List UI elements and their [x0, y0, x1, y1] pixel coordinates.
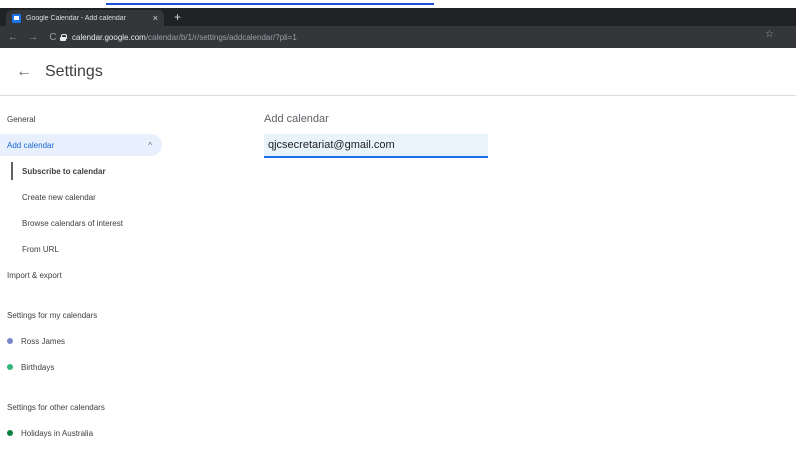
top-strip	[0, 0, 796, 8]
new-tab-button[interactable]: +	[174, 10, 181, 24]
section-heading: Add calendar	[264, 113, 329, 125]
calendar-color-dot	[7, 338, 13, 344]
page-title: Settings	[45, 62, 103, 80]
section-heading-my-calendars: Settings for my calendars	[7, 310, 98, 320]
back-arrow-icon[interactable]: ←	[16, 63, 32, 80]
sidebar-item-add-calendar[interactable]: Add calendar ^	[0, 134, 162, 156]
calendar-color-dot	[7, 430, 13, 436]
add-calendar-panel: Add calendar qjcsecretariat@gmail.com	[264, 113, 488, 158]
tab-close-icon[interactable]: ×	[153, 13, 158, 23]
back-icon[interactable]: ←	[6, 30, 20, 44]
sidebar-item-label: Holidays in Australia	[21, 428, 94, 438]
calendar-favicon-icon	[12, 13, 21, 23]
sidebar-item-label: Ross James	[21, 336, 66, 346]
settings-sidebar: General Add calendar ^ Subscribe to cale…	[0, 106, 170, 446]
browser-tabbar: Google Calendar - Add calendar × +	[0, 8, 796, 26]
sidebar-item-browse-interest[interactable]: Browse calendars of interest	[0, 210, 170, 236]
sidebar-item-import-export[interactable]: Import & export	[0, 262, 170, 288]
sidebar-item-my-calendar[interactable]: Birthdays	[0, 354, 170, 380]
sidebar-item-from-url[interactable]: From URL	[0, 236, 170, 262]
address-bar[interactable]: calendar.google.com /calendar/b/1/r/sett…	[60, 29, 790, 45]
calendar-email-input[interactable]: qjcsecretariat@gmail.com	[264, 134, 488, 158]
lock-icon	[60, 33, 67, 41]
sidebar-item-label: Add calendar	[7, 140, 55, 150]
sidebar-item-label: Subscribe to calendar	[22, 166, 106, 176]
sidebar-item-my-calendar[interactable]: Ross James	[0, 328, 170, 354]
sidebar-item-create-new[interactable]: Create new calendar	[0, 184, 170, 210]
forward-icon[interactable]: →	[26, 30, 40, 44]
selected-indicator	[11, 162, 13, 180]
top-link-underline	[106, 0, 434, 5]
sidebar-item-general[interactable]: General	[0, 106, 170, 132]
bookmark-star-icon[interactable]: ☆	[765, 29, 774, 40]
chevron-up-icon: ^	[148, 140, 152, 150]
sidebar-item-label: Birthdays	[21, 362, 55, 372]
calendar-color-dot	[7, 364, 13, 370]
sidebar-item-other-calendar[interactable]: Holidays in Australia	[0, 420, 170, 446]
section-heading-other-calendars: Settings for other calendars	[7, 402, 105, 412]
browser-tab[interactable]: Google Calendar - Add calendar ×	[6, 10, 164, 26]
sidebar-item-subscribe[interactable]: Subscribe to calendar	[0, 158, 170, 184]
settings-header: ← Settings	[0, 48, 796, 96]
browser-toolbar: ← → C calendar.google.com /calendar/b/1/…	[0, 26, 796, 48]
url-path: /calendar/b/1/r/settings/addcalendar/?pl…	[145, 32, 297, 42]
reload-icon[interactable]: C	[46, 30, 60, 44]
tab-title: Google Calendar - Add calendar	[26, 14, 127, 22]
url-host: calendar.google.com	[72, 32, 146, 42]
